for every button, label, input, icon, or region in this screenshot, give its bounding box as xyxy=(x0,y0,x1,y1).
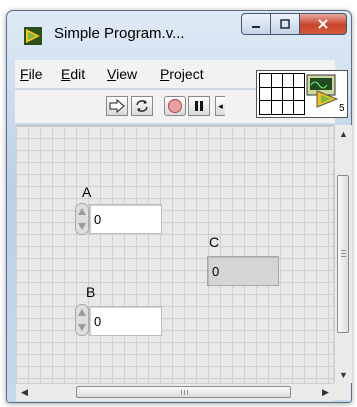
horizontal-scrollbar[interactable]: ◀ ▶ xyxy=(16,383,334,401)
minimize-button[interactable] xyxy=(241,13,270,35)
menu-file[interactable]: File xyxy=(20,66,43,82)
control-label-b[interactable]: B xyxy=(86,284,95,300)
abort-stop-icon xyxy=(168,99,182,113)
scroll-down-button[interactable]: ▼ xyxy=(335,366,352,383)
close-icon xyxy=(318,19,328,29)
numeric-control-a[interactable]: 0 xyxy=(89,204,162,234)
run-button[interactable] xyxy=(106,96,128,116)
abort-button[interactable] xyxy=(164,96,186,116)
minimize-icon xyxy=(252,26,260,28)
vi-graphic-icon: 5 xyxy=(306,74,345,113)
scroll-left-button[interactable]: ◀ xyxy=(16,384,33,401)
scroll-left-icon: ◀ xyxy=(21,387,28,397)
numeric-control-b[interactable]: 0 xyxy=(89,306,162,336)
vertical-scrollbar[interactable]: ▲ ▼ xyxy=(334,125,352,383)
overflow-arrow-icon: ◂ xyxy=(218,100,223,111)
pause-icon xyxy=(195,101,203,111)
menu-edit[interactable]: Edit xyxy=(61,66,85,82)
labview-vi-icon xyxy=(24,27,42,45)
maximize-icon xyxy=(280,19,290,29)
close-button[interactable] xyxy=(299,13,347,35)
pause-button[interactable] xyxy=(188,96,210,116)
horizontal-scroll-thumb[interactable] xyxy=(76,386,291,398)
scroll-right-icon: ▶ xyxy=(322,387,329,397)
run-arrow-icon xyxy=(109,99,125,113)
menu-view[interactable]: View xyxy=(107,66,137,82)
increment-decrement-icon xyxy=(75,203,89,235)
numeric-indicator-c: 0 xyxy=(207,256,279,286)
run-continuously-icon xyxy=(136,100,148,112)
control-label-a[interactable]: A xyxy=(82,184,91,200)
vi-window: Simple Program.v... File Edit View Proje… xyxy=(6,10,352,403)
run-continuously-button[interactable] xyxy=(131,96,153,116)
indicator-label-c[interactable]: C xyxy=(209,234,219,250)
vertical-scroll-thumb[interactable] xyxy=(337,175,349,333)
scroll-up-button[interactable]: ▲ xyxy=(335,125,352,142)
control-a-increment-decrement[interactable] xyxy=(75,203,89,235)
connector-pane[interactable] xyxy=(259,73,305,115)
vi-icon-badge: 5 xyxy=(339,103,345,113)
scroll-up-icon: ▲ xyxy=(339,128,348,139)
title-bar[interactable]: Simple Program.v... xyxy=(7,11,351,57)
maximize-button[interactable] xyxy=(270,13,299,35)
front-panel[interactable]: A 0 C 0 B 0 xyxy=(16,125,333,384)
control-b-increment-decrement[interactable] xyxy=(75,304,89,336)
window-title: Simple Program.v... xyxy=(54,25,185,42)
increment-decrement-icon xyxy=(75,304,89,336)
scroll-down-icon: ▼ xyxy=(339,369,348,380)
toolbar-overflow-button[interactable]: ◂ xyxy=(215,96,225,116)
menu-project[interactable]: Project xyxy=(160,66,204,82)
vi-icon-area[interactable]: 5 xyxy=(256,70,348,118)
scroll-right-button[interactable]: ▶ xyxy=(317,384,334,401)
scrollbar-corner xyxy=(334,383,351,400)
